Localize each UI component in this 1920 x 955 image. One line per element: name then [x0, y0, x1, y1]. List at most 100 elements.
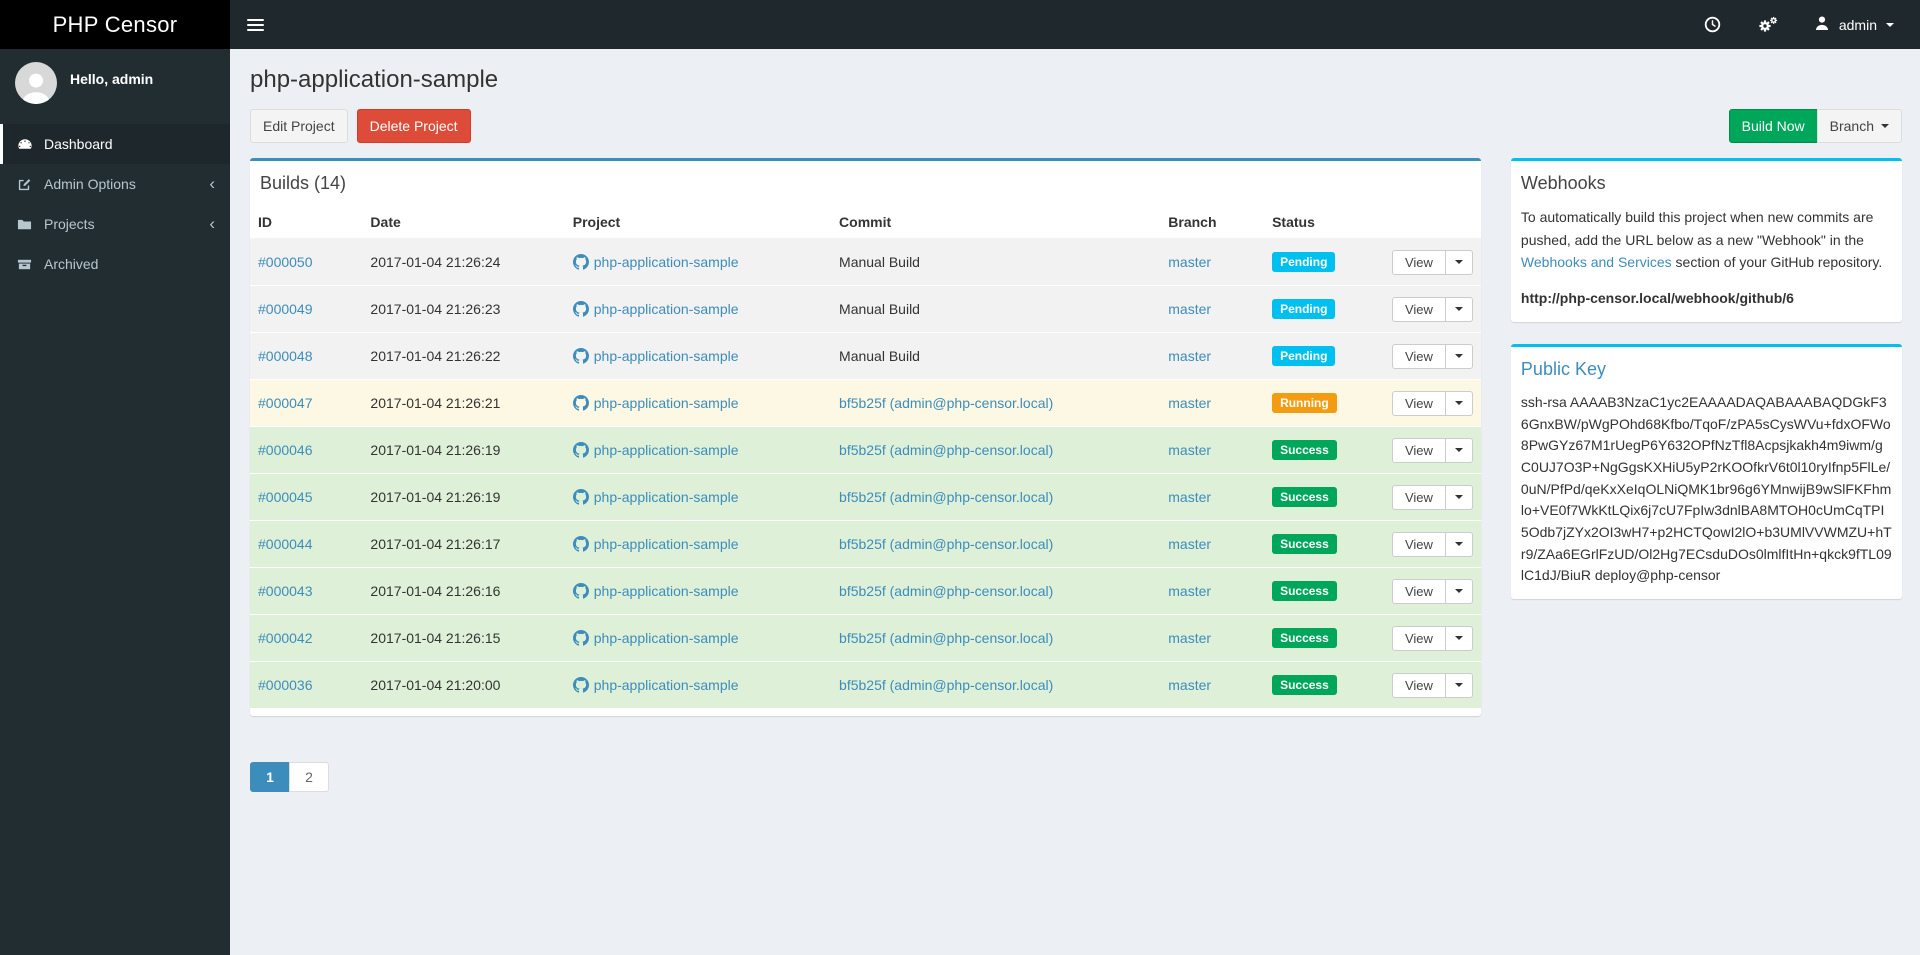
github-icon [572, 677, 589, 693]
caret-down-icon [1454, 542, 1463, 547]
view-button[interactable]: View [1391, 578, 1446, 604]
view-dropdown-toggle[interactable] [1444, 437, 1473, 463]
caret-down-icon [1454, 589, 1463, 594]
view-button[interactable]: View [1391, 484, 1446, 510]
webhooks-panel-title: Webhooks [1520, 173, 1606, 194]
build-id-link[interactable]: #000048 [258, 348, 313, 364]
project-link[interactable]: php-application-sample [594, 348, 739, 364]
build-row: #000048 2017-01-04 21:26:22 php-applicat… [250, 332, 1481, 380]
branch-link[interactable]: master [1168, 395, 1211, 411]
commit-link[interactable]: bf5b25f (admin@php-censor.local) [839, 630, 1053, 646]
webhooks-and-services-link[interactable]: Webhooks and Services [1521, 254, 1672, 270]
project-link[interactable]: php-application-sample [594, 301, 739, 317]
project-link[interactable]: php-application-sample [594, 630, 739, 646]
clock-icon[interactable] [1704, 16, 1721, 33]
pagination: 1 2 [250, 762, 329, 793]
github-icon [572, 254, 589, 270]
sidebar-item-dashboard[interactable]: Dashboard [0, 124, 230, 164]
view-dropdown-toggle[interactable] [1444, 296, 1473, 322]
build-id-link[interactable]: #000045 [258, 489, 313, 505]
build-id-link[interactable]: #000050 [258, 254, 313, 270]
commit-link[interactable]: bf5b25f (admin@php-censor.local) [839, 583, 1053, 599]
view-button[interactable]: View [1391, 437, 1446, 463]
build-id-link[interactable]: #000036 [258, 677, 313, 693]
page-button-1[interactable]: 1 [250, 762, 290, 793]
sidebar-item-label: Dashboard [44, 136, 113, 152]
project-link[interactable]: php-application-sample [594, 536, 739, 552]
commit-link[interactable]: bf5b25f (admin@php-censor.local) [839, 395, 1053, 411]
build-id-link[interactable]: #000049 [258, 301, 313, 317]
view-dropdown-toggle[interactable] [1444, 484, 1473, 510]
branch-link[interactable]: master [1168, 677, 1211, 693]
edit-project-button[interactable]: Edit Project [250, 109, 348, 144]
settings-gears-icon[interactable] [1757, 16, 1778, 33]
view-button[interactable]: View [1391, 672, 1446, 698]
view-dropdown-toggle[interactable] [1444, 531, 1473, 557]
view-button[interactable]: View [1391, 531, 1446, 557]
view-dropdown-toggle[interactable] [1444, 672, 1473, 698]
build-id-link[interactable]: #000043 [258, 583, 313, 599]
page-button-2[interactable]: 2 [289, 762, 329, 793]
view-dropdown-toggle[interactable] [1444, 343, 1473, 369]
view-button[interactable]: View [1391, 343, 1446, 369]
branch-link[interactable]: master [1168, 536, 1211, 552]
project-link[interactable]: php-application-sample [594, 395, 739, 411]
view-button[interactable]: View [1391, 249, 1446, 275]
col-branch: Branch [1160, 206, 1265, 240]
commit-link[interactable]: bf5b25f (admin@php-censor.local) [839, 442, 1053, 458]
col-commit: Commit [831, 206, 1161, 240]
webhook-url: http://php-censor.local/webhook/github/6 [1520, 290, 1794, 307]
builds-table-body: #000050 2017-01-04 21:26:24 php-applicat… [250, 238, 1481, 709]
branch-link[interactable]: master [1168, 630, 1211, 646]
sidebar-toggle-button[interactable] [230, 0, 280, 49]
commit-link[interactable]: bf5b25f (admin@php-censor.local) [839, 677, 1053, 693]
brand-logo[interactable]: PHP Censor [0, 0, 230, 49]
branch-link[interactable]: master [1168, 583, 1211, 599]
build-row: #000042 2017-01-04 21:26:15 php-applicat… [250, 614, 1481, 662]
php-censor-app: PHP Censor admin Hello, admin Dashboard … [0, 0, 1920, 955]
project-link[interactable]: php-application-sample [594, 583, 739, 599]
commit-link[interactable]: bf5b25f (admin@php-censor.local) [839, 489, 1053, 505]
view-button[interactable]: View [1391, 296, 1446, 322]
sidebar-item-projects[interactable]: Projects [0, 204, 230, 244]
view-button[interactable]: View [1391, 390, 1446, 416]
branch-link[interactable]: master [1168, 442, 1211, 458]
sidebar-item-archived[interactable]: Archived [0, 244, 230, 284]
build-id-link[interactable]: #000047 [258, 395, 313, 411]
build-date: 2017-01-04 21:20:00 [362, 661, 565, 709]
status-badge: Running [1272, 393, 1337, 414]
project-link[interactable]: php-application-sample [594, 677, 739, 693]
view-dropdown-toggle[interactable] [1444, 390, 1473, 416]
commit-link[interactable]: bf5b25f (admin@php-censor.local) [839, 536, 1053, 552]
delete-project-button[interactable]: Delete Project [356, 109, 471, 144]
commit-link[interactable]: Manual Build [839, 301, 920, 317]
commit-link[interactable]: Manual Build [839, 254, 920, 270]
build-now-button[interactable]: Build Now [1728, 109, 1818, 144]
build-id-link[interactable]: #000042 [258, 630, 313, 646]
view-dropdown-toggle[interactable] [1444, 249, 1473, 275]
branch-link[interactable]: master [1168, 348, 1211, 364]
branch-link[interactable]: master [1168, 489, 1211, 505]
commit-link[interactable]: Manual Build [839, 348, 920, 364]
webhooks-text: To automatically build this project when… [1520, 209, 1874, 248]
project-link[interactable]: php-application-sample [594, 254, 739, 270]
sidebar-item-admin-options[interactable]: Admin Options [0, 164, 230, 204]
user-menu[interactable]: admin [1814, 15, 1894, 34]
branch-link[interactable]: master [1168, 254, 1211, 270]
project-link[interactable]: php-application-sample [594, 442, 739, 458]
status-badge: Success [1272, 534, 1337, 555]
branch-link[interactable]: master [1168, 301, 1211, 317]
caret-down-icon [1454, 448, 1463, 453]
project-link[interactable]: php-application-sample [594, 489, 739, 505]
tachometer-icon [15, 136, 34, 152]
build-id-link[interactable]: #000044 [258, 536, 313, 552]
build-id-link[interactable]: #000046 [258, 442, 313, 458]
view-button[interactable]: View [1391, 625, 1446, 651]
github-icon [572, 536, 589, 552]
builds-table: ID Date Project Commit Branch Status #00… [250, 206, 1481, 709]
view-dropdown-toggle[interactable] [1444, 625, 1473, 651]
build-row: #000045 2017-01-04 21:26:19 php-applicat… [250, 473, 1481, 521]
branch-dropdown-button[interactable]: Branch [1816, 109, 1902, 144]
view-dropdown-toggle[interactable] [1444, 578, 1473, 604]
caret-down-icon [1454, 683, 1463, 688]
